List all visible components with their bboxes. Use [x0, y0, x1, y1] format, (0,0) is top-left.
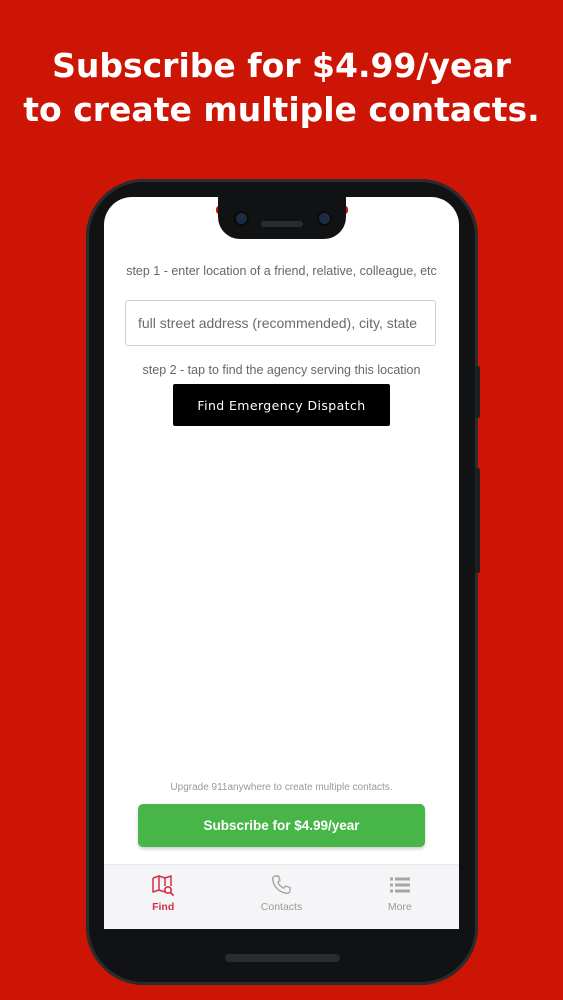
address-input[interactable]: [125, 300, 436, 346]
promo-headline: Subscribe for $4.99/year to create multi…: [0, 44, 563, 132]
tab-more[interactable]: More: [341, 865, 459, 929]
tab-more-label: More: [387, 901, 412, 913]
phone-icon: [272, 875, 292, 895]
promo-headline-line2: to create multiple contacts.: [23, 90, 540, 129]
step2-instructions: step 2 - tap to find the agency serving …: [142, 363, 421, 377]
tab-contacts[interactable]: Contacts: [222, 865, 340, 929]
bottom-tab-bar: Find Contacts More: [104, 864, 459, 929]
upgrade-note: Upgrade 911anywhere to create multiple c…: [170, 782, 393, 793]
map-search-icon: [152, 875, 175, 896]
step1-instructions: step 1 - enter location of a friend, rel…: [126, 264, 437, 278]
list-icon: [389, 877, 410, 893]
front-camera-icon: [236, 213, 247, 224]
subscribe-button[interactable]: Subscribe for $4.99/year: [138, 804, 425, 847]
sensor-icon: [319, 213, 330, 224]
find-emergency-dispatch-button[interactable]: Find Emergency Dispatch: [173, 384, 390, 426]
tab-find[interactable]: Find: [104, 865, 222, 929]
phone-bottom-speaker: [225, 954, 340, 962]
tab-find-label: Find: [152, 901, 175, 913]
volume-button: [475, 468, 480, 573]
earpiece-speaker: [261, 221, 303, 227]
power-button: [475, 366, 480, 418]
promo-headline-line1: Subscribe for $4.99/year: [52, 46, 511, 85]
tab-contacts-label: Contacts: [260, 901, 303, 913]
